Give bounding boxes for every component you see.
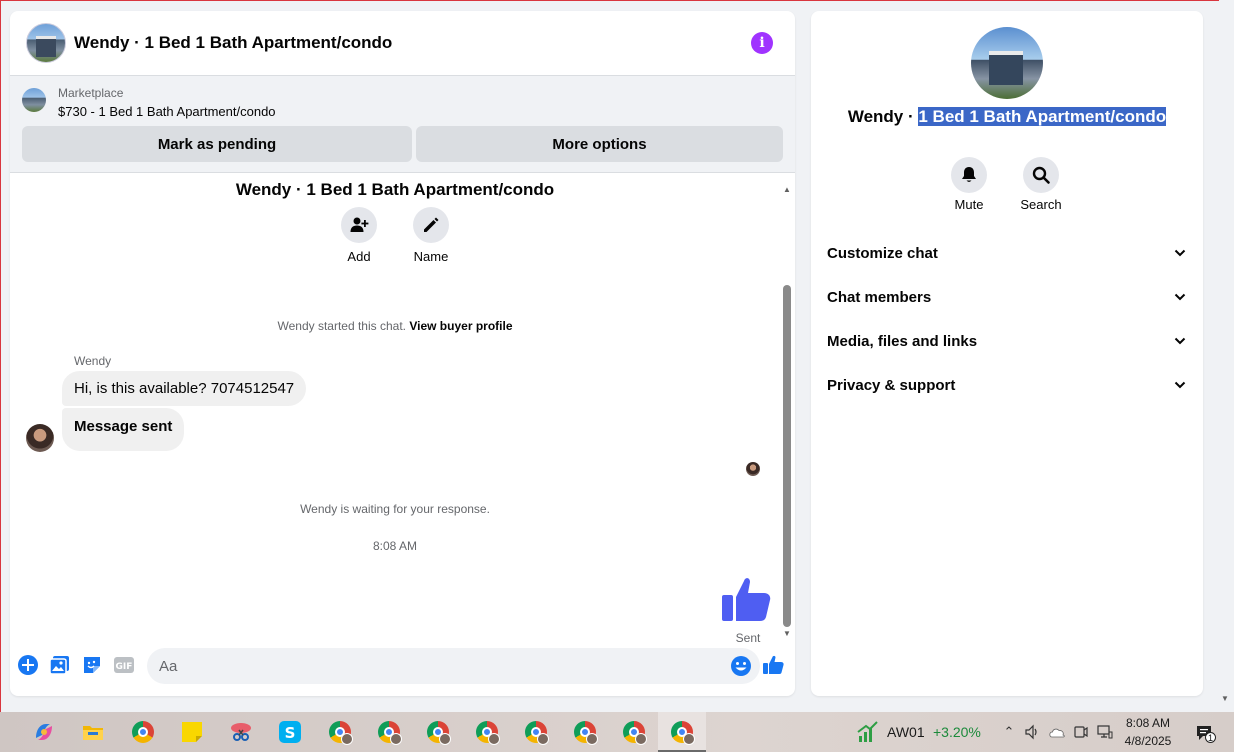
sticker-icon[interactable] bbox=[81, 654, 103, 676]
chrome-profile-icon[interactable] bbox=[524, 720, 549, 745]
listing-profile-avatar[interactable] bbox=[971, 27, 1043, 99]
chevron-down-icon bbox=[1174, 249, 1186, 257]
scroll-down-arrow-icon[interactable]: ▼ bbox=[781, 629, 793, 639]
like-thumbs-up-icon[interactable] bbox=[718, 571, 774, 627]
message-input-wrapper bbox=[147, 648, 760, 684]
message-list: Wendy · 1 Bed 1 Bath Apartment/condo Add… bbox=[10, 173, 780, 645]
stock-ticker[interactable]: AW01 bbox=[887, 724, 925, 740]
volume-icon[interactable] bbox=[1024, 724, 1040, 740]
emoji-icon[interactable] bbox=[730, 655, 752, 677]
notification-icon[interactable]: 1 bbox=[1193, 724, 1217, 743]
sender-name: Wendy bbox=[74, 354, 112, 368]
section-chat-members[interactable]: Chat members bbox=[827, 285, 1187, 309]
name-button[interactable] bbox=[413, 207, 449, 243]
clock-time[interactable]: 8:08 AM bbox=[1118, 716, 1178, 730]
pencil-icon bbox=[424, 217, 439, 232]
chrome-icon[interactable] bbox=[131, 720, 155, 744]
svg-text:GIF: GIF bbox=[116, 662, 133, 672]
marketplace-listing-thumbnail[interactable] bbox=[22, 88, 46, 112]
like-icon[interactable] bbox=[761, 653, 785, 677]
section-privacy-support[interactable]: Privacy & support bbox=[827, 373, 1187, 397]
mute-label: Mute bbox=[954, 197, 984, 212]
svg-text:S: S bbox=[285, 724, 296, 742]
waiting-notice: Wendy is waiting for your response. bbox=[300, 502, 490, 516]
chat-header: Wendy · 1 Bed 1 Bath Apartment/condo i bbox=[10, 11, 795, 76]
listing-price-title[interactable]: $730 - 1 Bed 1 Bath Apartment/condo bbox=[58, 104, 276, 119]
message-bubble[interactable]: Message sent bbox=[62, 408, 185, 451]
stock-chart-icon[interactable] bbox=[856, 720, 880, 744]
meet-now-icon[interactable] bbox=[1073, 724, 1089, 740]
chrome-profile-icon[interactable] bbox=[426, 720, 451, 745]
add-label: Add bbox=[347, 249, 371, 264]
search-button[interactable] bbox=[1023, 157, 1059, 193]
file-explorer-icon[interactable] bbox=[81, 720, 105, 744]
chevron-down-icon bbox=[1174, 293, 1186, 301]
chrome-profile-icon[interactable] bbox=[475, 720, 500, 745]
chrome-profile-icon-active[interactable] bbox=[670, 720, 695, 745]
bell-icon bbox=[962, 167, 976, 182]
skype-icon[interactable]: S bbox=[278, 720, 302, 744]
notification-count: 1 bbox=[1205, 732, 1216, 743]
section-customize-chat[interactable]: Customize chat bbox=[827, 241, 1187, 265]
chat-info-title: Wendy · 1 Bed 1 Bath Apartment/condo bbox=[847, 107, 1167, 126]
info-icon[interactable]: i bbox=[751, 32, 773, 54]
marketplace-bar: Marketplace $730 - 1 Bed 1 Bath Apartmen… bbox=[10, 76, 795, 173]
chevron-up-icon[interactable]: ⌃ bbox=[1001, 724, 1017, 740]
add-person-icon bbox=[350, 217, 369, 232]
add-person-button[interactable] bbox=[341, 207, 377, 243]
onedrive-cloud-icon[interactable] bbox=[1048, 724, 1065, 740]
message-bubble[interactable]: Hi, is this available? 7074512547 bbox=[62, 371, 307, 406]
selected-text: 1 Bed 1 Bath Apartment/condo bbox=[918, 107, 1167, 126]
page-scrollbar[interactable]: ▼ bbox=[1219, 0, 1234, 712]
page-scroll-down-icon[interactable]: ▼ bbox=[1221, 694, 1229, 703]
mark-as-pending-button[interactable]: Mark as pending bbox=[22, 126, 412, 162]
search-label: Search bbox=[1020, 197, 1062, 212]
view-buyer-profile-link[interactable]: View buyer profile bbox=[409, 319, 512, 333]
message-scrollbar[interactable]: ▲ ▼ bbox=[781, 181, 793, 641]
chevron-down-icon bbox=[1174, 337, 1186, 345]
name-label: Name bbox=[413, 249, 449, 264]
search-icon bbox=[1032, 166, 1050, 184]
stock-change[interactable]: +3.20% bbox=[933, 724, 981, 740]
windows-taskbar: S AW01 +3.20% ⌃ 8:08 AM 4/8/2025 1 bbox=[0, 712, 1234, 752]
chevron-down-icon bbox=[1174, 381, 1186, 389]
clock-date[interactable]: 4/8/2025 bbox=[1118, 734, 1178, 748]
message-input[interactable] bbox=[159, 648, 719, 684]
scroll-up-arrow-icon[interactable]: ▲ bbox=[781, 185, 793, 195]
gif-icon[interactable]: GIF bbox=[113, 654, 135, 676]
chrome-profile-icon[interactable] bbox=[328, 720, 353, 745]
chrome-profile-icon[interactable] bbox=[622, 720, 647, 745]
conversation-title: Wendy · 1 Bed 1 Bath Apartment/condo bbox=[235, 180, 555, 199]
photo-icon[interactable] bbox=[49, 654, 71, 676]
scroll-thumb[interactable] bbox=[783, 285, 791, 627]
chrome-profile-icon[interactable] bbox=[377, 720, 402, 745]
chat-panel: Wendy · 1 Bed 1 Bath Apartment/condo i M… bbox=[10, 11, 795, 696]
seen-indicator-avatar bbox=[746, 462, 760, 476]
network-icon[interactable] bbox=[1097, 724, 1113, 740]
listing-avatar[interactable] bbox=[26, 23, 66, 63]
plus-icon[interactable] bbox=[17, 654, 39, 676]
copilot-icon[interactable] bbox=[32, 720, 56, 744]
chat-title[interactable]: Wendy · 1 Bed 1 Bath Apartment/condo bbox=[74, 33, 392, 53]
section-media-files-links[interactable]: Media, files and links bbox=[827, 329, 1187, 353]
marketplace-label: Marketplace bbox=[58, 86, 124, 100]
more-options-button[interactable]: More options bbox=[416, 126, 783, 162]
message-composer: GIF bbox=[10, 643, 795, 696]
snipping-tool-icon[interactable] bbox=[229, 720, 253, 744]
chat-started-notice: Wendy started this chat. View buyer prof… bbox=[277, 319, 513, 333]
sender-avatar[interactable] bbox=[26, 424, 54, 452]
chat-info-panel: Wendy · 1 Bed 1 Bath Apartment/condo Mut… bbox=[811, 11, 1203, 696]
chrome-profile-icon[interactable] bbox=[573, 720, 598, 745]
message-timestamp: 8:08 AM bbox=[372, 539, 418, 553]
sticky-notes-icon[interactable] bbox=[180, 720, 204, 744]
mute-button[interactable] bbox=[951, 157, 987, 193]
